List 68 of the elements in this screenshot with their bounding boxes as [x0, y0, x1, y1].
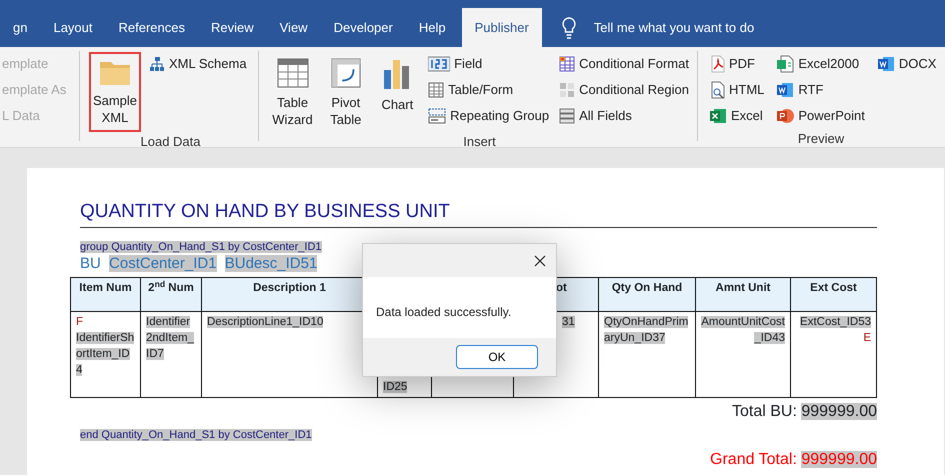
ribbon-button[interactable]: HTML	[707, 77, 766, 103]
document-title: QUANTITY ON HAND BY BUSINESS UNIT	[80, 201, 877, 228]
total-value: 999999.00	[801, 403, 877, 420]
group-label: Insert	[462, 133, 497, 147]
column-header: 2$^{nd}$ Num	[140, 278, 202, 312]
column-header: Item Num	[70, 278, 140, 312]
close-icon	[534, 254, 546, 266]
presentation-icon	[776, 107, 794, 125]
ribbon-button[interactable]: PowerPoint	[774, 103, 867, 129]
word-document-icon	[876, 55, 895, 73]
table-cell: F IdentifierShortItem_ID4	[70, 312, 140, 398]
grand-total-label: Grand Total:	[710, 451, 797, 468]
ribbon-button[interactable]: Field	[426, 51, 552, 77]
ribbon-tab[interactable]: References	[106, 8, 198, 47]
close-button[interactable]	[534, 254, 546, 266]
ribbon-button[interactable]: Chart	[374, 52, 420, 132]
column-header: Amnt Unit	[696, 278, 790, 312]
ok-button[interactable]: OK	[456, 345, 538, 369]
ribbon-button[interactable]: XML Schema	[147, 51, 249, 77]
ribbon-tab[interactable]: Layout	[40, 8, 106, 47]
ribbon-button[interactable]: Conditional Region	[557, 77, 691, 103]
search-prompt[interactable]: Tell me what you want to do	[594, 8, 754, 47]
pivot-table-icon	[330, 58, 362, 88]
table-cell: ExtCost_ID53 E	[790, 312, 876, 398]
ribbon-button[interactable]: Table/Form	[426, 77, 552, 103]
table-cell: QtyOnHandPrimaryUn_ID37	[598, 312, 696, 398]
list-icon	[559, 108, 576, 124]
ribbon-tab[interactable]: Help	[406, 8, 459, 47]
ribbon-button[interactable]: Excel	[707, 103, 766, 129]
ribbon-tab[interactable]: gn	[0, 8, 40, 47]
group-marker: end Quantity_On_Hand_S1 by CostCenter_ID1	[80, 429, 312, 441]
column-header: Ext Cost	[790, 278, 876, 312]
group-label: Preview	[796, 130, 846, 147]
ribbon-tab[interactable]: Developer	[320, 8, 406, 47]
ribbon-button[interactable]: Pivot Table	[323, 52, 369, 132]
spreadsheet-icon	[776, 55, 794, 73]
ribbon-button[interactable]: All Fields	[557, 103, 691, 129]
ribbon-button[interactable]: PDF	[707, 51, 766, 77]
ribbon-tab[interactable]: View	[266, 8, 321, 47]
bu-label: BU	[80, 255, 101, 272]
ribbon-button[interactable]: RTF	[774, 77, 867, 103]
group-marker: group Quantity_On_Hand_S1 by CostCenter_ID1	[80, 241, 322, 253]
ribbon-button[interactable]: Sample XML	[89, 52, 141, 132]
total-label: Total BU:	[732, 403, 797, 420]
table-icon	[276, 58, 308, 88]
column-header: Qty On Hand	[598, 278, 696, 312]
hierarchy-icon	[149, 56, 165, 72]
ribbon-button[interactable]: Table Wizard	[268, 52, 318, 132]
ribbon-tab[interactable]: Publisher	[462, 8, 542, 47]
conditional-grid-icon	[559, 56, 576, 72]
number-field-icon	[428, 56, 450, 72]
ribbon-button[interactable]: Conditional Format	[557, 51, 691, 77]
ribbon-button[interactable]: Repeating Group	[426, 103, 552, 129]
word-document-icon	[776, 81, 794, 99]
pdf-icon	[709, 55, 725, 73]
spreadsheet-icon	[709, 107, 727, 125]
repeating-group-icon	[428, 107, 446, 125]
ribbon-tab[interactable]: Review	[198, 8, 267, 47]
lightbulb-icon	[560, 16, 578, 40]
region-icon	[559, 82, 576, 98]
table-cell: Identifier2ndItem_ID7	[140, 312, 202, 398]
ribbon-button[interactable]: Excel2000	[774, 51, 867, 77]
group-label: Load Data	[140, 133, 202, 147]
table-cell: AmountUnitCost_ID43	[696, 312, 790, 398]
ribbon-button[interactable]: DOCX	[874, 51, 938, 77]
grid-icon	[428, 82, 444, 98]
grand-total-value: 999999.00	[801, 451, 877, 468]
document-search-icon	[709, 81, 725, 99]
